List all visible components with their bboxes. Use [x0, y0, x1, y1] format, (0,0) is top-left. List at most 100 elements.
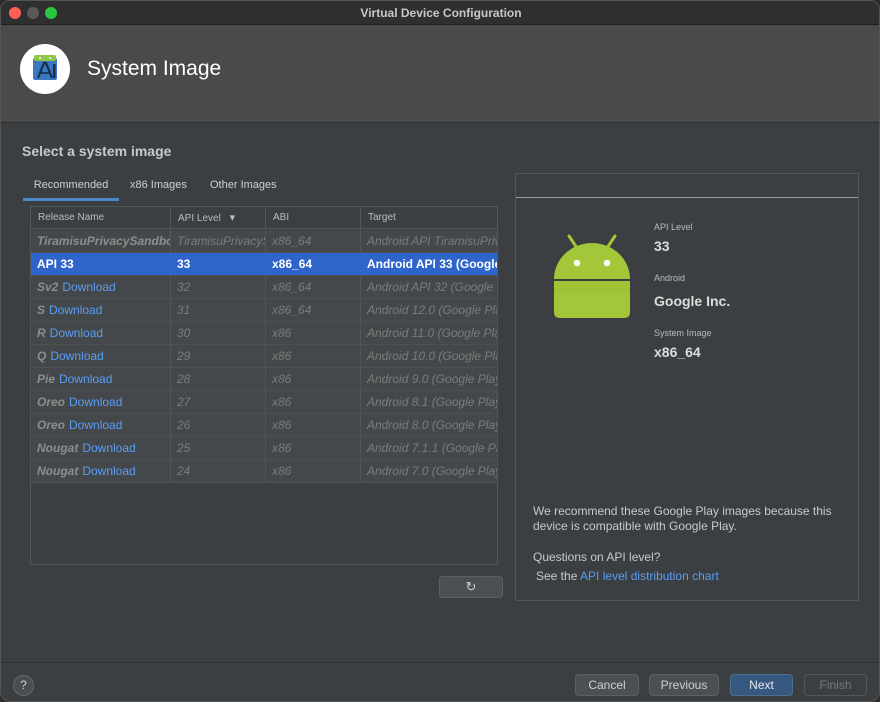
- abi-cell: x86_64: [266, 253, 361, 275]
- table-row[interactable]: R Download 30 x86 Android 11.0 (Google Play: [31, 322, 498, 345]
- tab-other-images[interactable]: Other Images: [210, 179, 277, 191]
- system-image-label: System Image: [654, 328, 712, 338]
- release-name: Sv2: [37, 280, 59, 294]
- table-row[interactable]: TiramisuPrivacySandbo TiramisuPrivacyS x86…: [31, 230, 498, 253]
- abi-cell: x86_64: [266, 230, 361, 252]
- table-row[interactable]: Sv2 Download 32 x86_64 Android API 32 (Googl…: [31, 276, 497, 299]
- target-cell: Android 12.0 (Google Play: [367, 303, 498, 317]
- download-link[interactable]: Download: [49, 303, 102, 317]
- abi-cell: x86: [266, 460, 361, 482]
- table-row[interactable]: Oreo Download 26 x86 Android 8.0 (Google Pla…: [31, 414, 498, 437]
- release-name: Nougat: [37, 464, 79, 478]
- api-level-label: API Level: [654, 222, 693, 232]
- target-cell: Android 8.1 (Google Play: [367, 395, 498, 409]
- table-header: Release Name API Level ▾ ABI Target: [31, 207, 497, 229]
- api-distribution-link[interactable]: API level distribution chart: [580, 569, 719, 583]
- column-header-release-name[interactable]: Release Name: [31, 207, 171, 229]
- download-link[interactable]: Download: [82, 441, 135, 455]
- target-cell: Android 7.0 (Google Play: [367, 464, 498, 478]
- finish-button[interactable]: Finish: [804, 674, 867, 696]
- target-cell: Android 11.0 (Google Play: [367, 326, 498, 340]
- tab-x86-images[interactable]: x86 Images: [130, 179, 187, 191]
- target-cell: Android 10.0 (Google Play: [367, 349, 498, 363]
- api-level-cell: 31: [171, 299, 266, 321]
- system-image-value: x86_64: [654, 344, 701, 360]
- api-level-cell: 29: [171, 345, 266, 367]
- page-title: System Image: [87, 57, 222, 80]
- abi-cell: x86: [266, 414, 361, 436]
- release-name: API 33: [37, 257, 74, 271]
- see-the-line: See the API level distribution chart: [536, 569, 846, 584]
- column-header-target[interactable]: Target: [361, 207, 497, 229]
- release-name: Oreo: [37, 395, 66, 409]
- tab-recommended[interactable]: Recommended: [23, 179, 119, 201]
- abi-cell: x86_64: [266, 276, 361, 298]
- detail-divider: [516, 197, 858, 198]
- vendor-value: Google Inc.: [654, 293, 731, 309]
- questions-text: Questions on API level?: [533, 550, 661, 564]
- api-level-cell: 26: [171, 414, 266, 436]
- table-row[interactable]: Oreo Download 27 x86 Android 8.1 (Google Pla…: [31, 391, 498, 414]
- table-row[interactable]: Nougat Download 24 x86 Android 7.0 (Google P…: [31, 460, 498, 483]
- download-link[interactable]: Download: [50, 349, 103, 363]
- abi-cell: x86: [266, 437, 361, 459]
- next-button[interactable]: Next: [730, 674, 793, 696]
- release-name: Pie: [37, 372, 56, 386]
- android-studio-icon: [20, 44, 70, 94]
- api-level-cell: 24: [171, 460, 266, 482]
- sort-descending-icon: ▾: [229, 212, 236, 224]
- abi-cell: x86_64: [266, 299, 361, 321]
- release-name-cell: Sv2 Download: [31, 276, 171, 298]
- table-row[interactable]: S Download 31 x86_64 Android 12.0 (Google Pl…: [31, 299, 498, 322]
- header: System Image: [1, 25, 879, 123]
- release-name-cell: Pie Download: [31, 368, 171, 390]
- release-name-cell: Nougat Download: [31, 437, 171, 459]
- download-link[interactable]: Download: [59, 372, 112, 386]
- cancel-button[interactable]: Cancel: [575, 674, 639, 696]
- table-row[interactable]: Q Download 29 x86 Android 10.0 (Google Play: [31, 345, 498, 368]
- download-link[interactable]: Download: [50, 326, 103, 340]
- target-cell: Android API TiramisuPriv: [367, 234, 498, 248]
- vendor-label: Android: [654, 273, 686, 283]
- recommendation-text: We recommend these Google Play images be…: [533, 504, 832, 533]
- refresh-button[interactable]: ↻: [439, 576, 503, 598]
- column-header-abi[interactable]: ABI: [266, 207, 361, 229]
- release-name: Oreo: [37, 418, 66, 432]
- target-cell: Android 8.0 (Google Play: [367, 418, 498, 432]
- api-level-cell: 33: [171, 253, 266, 275]
- system-image-table[interactable]: Release Name API Level ▾ ABI Target Tira…: [30, 206, 498, 565]
- download-link[interactable]: Download: [69, 395, 122, 409]
- download-link[interactable]: Download: [82, 464, 135, 478]
- abi-cell: x86: [266, 345, 361, 367]
- api-level-cell: 32: [171, 276, 266, 298]
- table-row[interactable]: Nougat Download 25 x86 Android 7.1.1 (Google…: [31, 437, 498, 460]
- refresh-icon: ↻: [465, 579, 477, 594]
- table-row[interactable]: API 33 33x86_64 Android API 33 (Google Pl: [31, 253, 498, 276]
- release-name-cell: Q Download: [31, 345, 171, 367]
- title-bar: Virtual Device Configuration: [1, 1, 879, 25]
- target-cell: Android API 32 (Google Play: [367, 280, 497, 294]
- column-header-api-level-label: API Level: [178, 213, 221, 224]
- api-level-cell: 30: [171, 322, 266, 344]
- section-title: Select a system image: [22, 143, 172, 159]
- help-button[interactable]: ?: [13, 675, 34, 696]
- download-link[interactable]: Download: [62, 280, 115, 294]
- download-link[interactable]: Download: [69, 418, 122, 432]
- detail-panel: API Level 33 Android Google Inc. System …: [515, 173, 859, 601]
- target-cell: Android 7.1.1 (Google Play: [367, 441, 498, 455]
- android-robot-icon: [553, 234, 631, 325]
- column-header-api-level[interactable]: API Level ▾: [171, 207, 266, 229]
- api-level-cell: 27: [171, 391, 266, 413]
- window: Virtual Device Configuration System Imag…: [0, 0, 880, 702]
- table-row[interactable]: Pie Download 28 x86 Android 9.0 (Google Play: [31, 368, 498, 391]
- target-cell: Android API 33 (Google Pl: [367, 257, 498, 271]
- window-title: Virtual Device Configuration: [360, 6, 522, 20]
- release-name-cell: TiramisuPrivacySandbo: [31, 230, 171, 252]
- api-level-value: 33: [654, 238, 670, 254]
- release-name-cell: Oreo Download: [31, 414, 171, 436]
- release-name: R: [37, 326, 46, 340]
- release-name: TiramisuPrivacySandbo: [37, 234, 171, 248]
- release-name: S: [37, 303, 46, 317]
- target-cell: Android 9.0 (Google Play: [367, 372, 498, 386]
- previous-button[interactable]: Previous: [649, 674, 719, 696]
